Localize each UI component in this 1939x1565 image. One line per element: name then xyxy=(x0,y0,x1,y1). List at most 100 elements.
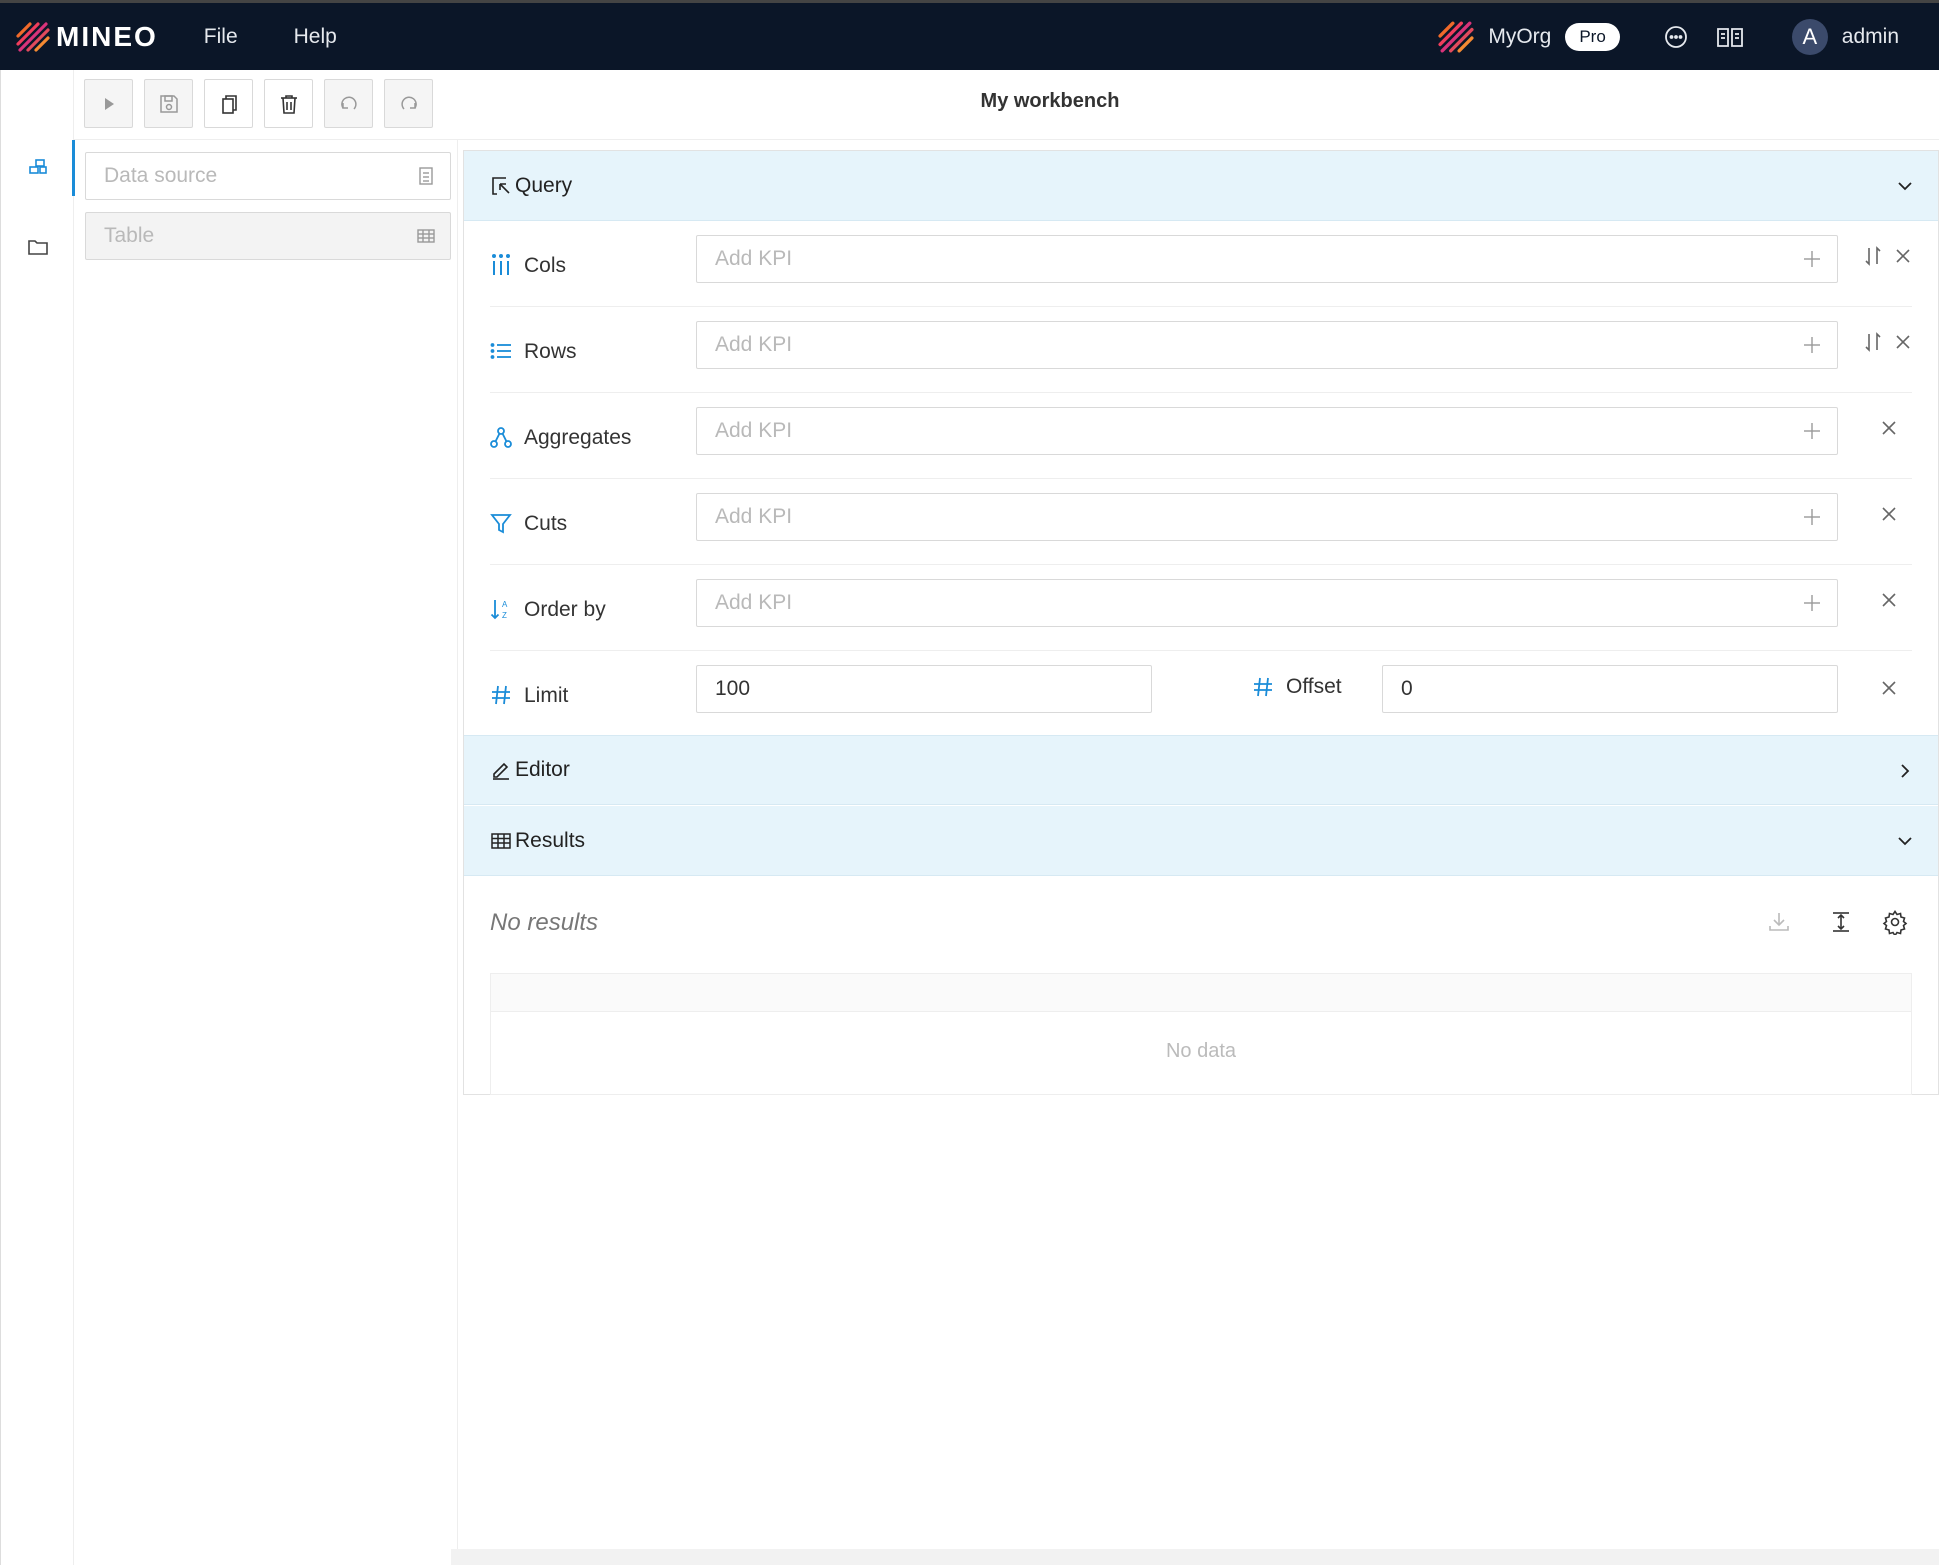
save-button[interactable] xyxy=(144,79,193,128)
sort-swap-icon[interactable] xyxy=(1862,331,1884,353)
workbench-panel: Query Cols Add KPI Rows Add KPI Aggregat… xyxy=(463,150,1939,1095)
table-placeholder: Table xyxy=(104,224,155,247)
query-section-header[interactable]: Query xyxy=(464,151,1938,221)
limit-label: Limit xyxy=(524,684,569,707)
query-row-rows: Rows Add KPI xyxy=(464,307,1938,393)
filter-icon xyxy=(490,514,512,534)
order-by-kpi-placeholder: Add KPI xyxy=(715,591,793,614)
results-empty-text: No data xyxy=(1165,1040,1237,1062)
left-icon-rail xyxy=(0,70,74,1565)
chat-icon[interactable] xyxy=(1662,23,1690,51)
query-row-cols: Cols Add KPI xyxy=(464,221,1938,307)
edit-pencil-icon xyxy=(493,762,509,780)
folder-icon[interactable] xyxy=(25,234,51,260)
offset-input[interactable]: 0 xyxy=(1382,665,1838,713)
trash-icon xyxy=(280,94,297,114)
svg-text:Z: Z xyxy=(502,611,507,620)
editor-section-label: Editor xyxy=(515,758,570,781)
cuts-kpi-input[interactable]: Add KPI xyxy=(696,493,1838,541)
top-right-group: MyOrg Pro A admin xyxy=(1438,3,1899,70)
chevron-right-icon xyxy=(1901,764,1910,778)
row-height-icon[interactable] xyxy=(1828,909,1854,935)
cols-label: Cols xyxy=(524,254,567,277)
menu-help[interactable]: Help xyxy=(294,25,337,49)
save-icon xyxy=(159,94,178,113)
close-icon[interactable] xyxy=(1878,417,1900,439)
close-icon[interactable] xyxy=(1892,331,1914,353)
editor-section-header[interactable]: Editor xyxy=(464,735,1938,805)
menu-file[interactable]: File xyxy=(204,25,238,49)
settings-gear-icon[interactable] xyxy=(1882,909,1908,935)
results-table-header xyxy=(491,974,1911,1012)
table-select[interactable]: Table xyxy=(85,212,451,260)
aggregates-kpi-placeholder: Add KPI xyxy=(715,419,793,442)
toolbar xyxy=(84,79,444,128)
plus-icon[interactable] xyxy=(1801,506,1823,528)
mineo-logo-icon xyxy=(16,21,50,52)
chevron-down-icon xyxy=(1898,837,1912,846)
redo-icon xyxy=(400,95,417,110)
plus-icon[interactable] xyxy=(1801,592,1823,614)
hash-icon xyxy=(1254,677,1272,697)
undo-button[interactable] xyxy=(324,79,373,128)
left-panel: Data source Table xyxy=(74,140,458,1560)
plus-icon[interactable] xyxy=(1801,420,1823,442)
cuts-label: Cuts xyxy=(524,512,568,535)
rows-kpi-input[interactable]: Add KPI xyxy=(696,321,1838,369)
close-icon[interactable] xyxy=(1878,503,1900,525)
order-by-label: Order by xyxy=(524,598,606,621)
run-button[interactable] xyxy=(84,79,133,128)
logo[interactable]: MINEO xyxy=(16,21,158,53)
bottom-scroll-area xyxy=(451,1549,1939,1565)
data-source-select[interactable]: Data source xyxy=(85,152,451,200)
rows-label: Rows xyxy=(524,340,577,363)
cols-kpi-placeholder: Add KPI xyxy=(715,247,793,270)
query-row-aggregates: Aggregates Add KPI xyxy=(464,393,1938,479)
results-section-header[interactable]: Results xyxy=(464,806,1938,876)
table-grid-icon xyxy=(491,832,511,849)
rows-kpi-placeholder: Add KPI xyxy=(715,333,793,356)
header-divider xyxy=(74,139,1939,140)
sort-az-icon: AZ xyxy=(490,600,508,620)
sort-swap-icon[interactable] xyxy=(1862,245,1884,267)
query-section-label: Query xyxy=(515,173,573,197)
query-row-order-by: AZ Order by Add KPI xyxy=(464,565,1938,651)
cuts-kpi-placeholder: Add KPI xyxy=(715,505,793,528)
download-icon[interactable] xyxy=(1766,909,1792,935)
play-icon xyxy=(104,97,114,110)
query-cursor-icon xyxy=(492,176,510,195)
close-icon[interactable] xyxy=(1892,245,1914,267)
aggregates-kpi-input[interactable]: Add KPI xyxy=(696,407,1838,455)
page-title: My workbench xyxy=(980,90,1120,112)
results-table: No data xyxy=(490,973,1912,1095)
duplicate-button[interactable] xyxy=(204,79,253,128)
close-icon[interactable] xyxy=(1878,677,1900,699)
results-section-label: Results xyxy=(515,828,586,852)
undo-icon xyxy=(340,95,357,110)
copy-icon xyxy=(221,94,237,114)
data-source-placeholder: Data source xyxy=(104,164,218,187)
columns-icon xyxy=(492,254,510,275)
order-by-kpi-input[interactable]: Add KPI xyxy=(696,579,1838,627)
user-name[interactable]: admin xyxy=(1842,25,1899,49)
delete-button[interactable] xyxy=(264,79,313,128)
docs-book-icon[interactable] xyxy=(1716,23,1744,51)
plus-icon[interactable] xyxy=(1801,334,1823,356)
database-icon xyxy=(419,167,433,185)
hash-icon xyxy=(492,685,510,705)
redo-button[interactable] xyxy=(384,79,433,128)
query-row-limit: Limit 100 Offset 0 xyxy=(464,651,1938,737)
cols-kpi-input[interactable]: Add KPI xyxy=(696,235,1838,283)
close-icon[interactable] xyxy=(1878,589,1900,611)
avatar[interactable]: A xyxy=(1791,18,1828,55)
query-row-cuts: Cuts Add KPI xyxy=(464,479,1938,565)
org-logo-icon xyxy=(1438,21,1474,52)
top-navbar: MINEO File Help MyOrg Pro A admin xyxy=(0,0,1939,70)
limit-input[interactable]: 100 xyxy=(696,665,1152,713)
svg-text:A: A xyxy=(502,600,508,609)
data-model-icon[interactable] xyxy=(25,154,51,180)
offset-label: Offset xyxy=(1286,675,1342,698)
plan-badge: Pro xyxy=(1565,22,1620,51)
plus-icon[interactable] xyxy=(1801,248,1823,270)
org-name[interactable]: MyOrg xyxy=(1488,25,1551,49)
